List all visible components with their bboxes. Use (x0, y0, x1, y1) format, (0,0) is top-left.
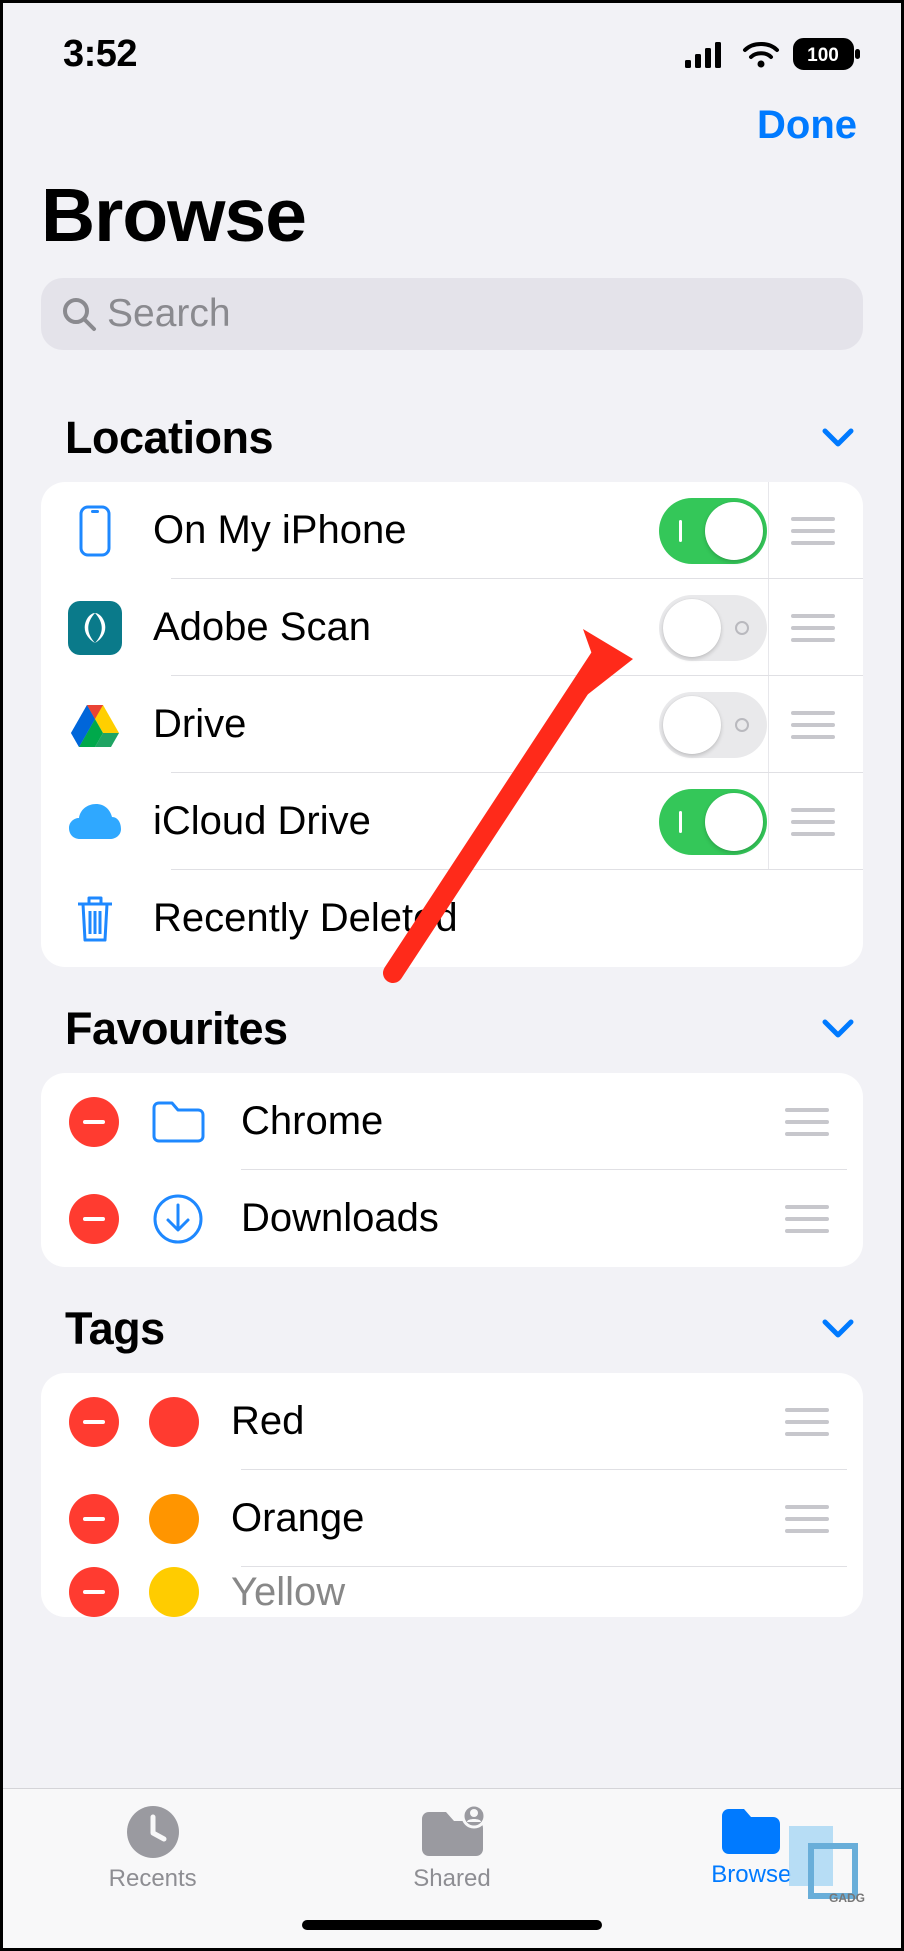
toggle-drive[interactable] (659, 692, 767, 758)
toggle-icloud-drive[interactable] (659, 789, 767, 855)
tag-row-orange: Orange (41, 1470, 863, 1567)
tag-color-dot (149, 1567, 199, 1617)
location-label: iCloud Drive (125, 799, 657, 844)
iphone-icon (65, 505, 125, 557)
status-time: 3:52 (63, 33, 137, 76)
icloud-icon (65, 803, 125, 841)
folder-icon (143, 1100, 213, 1144)
reorder-handle-icon[interactable] (783, 1502, 831, 1536)
delete-button[interactable] (69, 1567, 119, 1617)
tag-row-red: Red (41, 1373, 863, 1470)
toggle-adobe-scan[interactable] (659, 595, 767, 661)
favourite-label: Chrome (213, 1099, 763, 1144)
home-indicator (302, 1920, 602, 1930)
svg-text:100: 100 (807, 45, 839, 66)
favourites-list: Chrome Downloads (41, 1073, 863, 1267)
tag-label: Yellow (199, 1570, 851, 1615)
chevron-down-icon (821, 427, 855, 449)
tab-recents[interactable]: Recents (5, 1803, 301, 1893)
tab-label: Recents (109, 1865, 197, 1893)
delete-button[interactable] (69, 1194, 119, 1244)
chevron-down-icon (821, 1018, 855, 1040)
tag-label: Red (199, 1399, 763, 1444)
locations-list: On My iPhone Adobe Scan (41, 482, 863, 967)
tab-shared[interactable]: Shared (304, 1803, 600, 1893)
delete-button[interactable] (69, 1494, 119, 1544)
done-button[interactable]: Done (757, 103, 857, 148)
page-title: Browse (3, 168, 901, 268)
favourite-row-chrome: Chrome (41, 1073, 863, 1170)
location-label: Recently Deleted (125, 896, 857, 941)
delete-button[interactable] (69, 1397, 119, 1447)
reorder-handle-icon[interactable] (789, 805, 837, 839)
tag-label: Orange (199, 1496, 763, 1541)
location-row-recently-deleted[interactable]: Recently Deleted (41, 870, 863, 967)
section-header-tags[interactable]: Tags (3, 1267, 901, 1373)
section-header-favourites[interactable]: Favourites (3, 967, 901, 1073)
location-row-icloud-drive: iCloud Drive (41, 773, 863, 870)
location-label: Drive (125, 702, 657, 747)
reorder-handle-icon[interactable] (783, 1202, 831, 1236)
google-drive-icon (65, 703, 125, 747)
toggle-on-my-iphone[interactable] (659, 498, 767, 564)
delete-button[interactable] (69, 1097, 119, 1147)
favourite-label: Downloads (213, 1196, 763, 1241)
status-bar: 3:52 100 (3, 3, 901, 93)
nav-bar: Done (3, 93, 901, 168)
location-row-on-my-iphone: On My iPhone (41, 482, 863, 579)
reorder-handle-icon[interactable] (783, 1105, 831, 1139)
search-field[interactable] (41, 278, 863, 350)
tag-row-yellow: Yellow (41, 1567, 863, 1617)
reorder-handle-icon[interactable] (789, 611, 837, 645)
watermark-icon: GADG (779, 1816, 867, 1904)
location-row-adobe-scan: Adobe Scan (41, 579, 863, 676)
reorder-handle-icon[interactable] (783, 1405, 831, 1439)
wifi-icon (741, 40, 781, 68)
reorder-handle-icon[interactable] (789, 514, 837, 548)
section-title: Tags (65, 1303, 165, 1355)
section-title: Favourites (65, 1003, 288, 1055)
reorder-handle-icon[interactable] (789, 708, 837, 742)
tags-list: Red Orange (41, 1373, 863, 1617)
download-icon (143, 1193, 213, 1245)
tab-label: Shared (413, 1865, 490, 1893)
section-title: Locations (65, 412, 273, 464)
location-row-drive: Drive (41, 676, 863, 773)
search-input[interactable] (107, 292, 843, 336)
location-label: On My iPhone (125, 508, 657, 553)
favourite-row-downloads: Downloads (41, 1170, 863, 1267)
tag-color-dot (149, 1397, 199, 1447)
chevron-down-icon (821, 1318, 855, 1340)
battery-icon: 100 (793, 38, 861, 70)
search-icon (61, 296, 97, 332)
adobe-scan-icon (65, 601, 125, 655)
trash-icon (65, 894, 125, 944)
location-label: Adobe Scan (125, 605, 657, 650)
tag-color-dot (149, 1494, 199, 1544)
section-header-locations[interactable]: Locations (3, 376, 901, 482)
cellular-icon (685, 40, 729, 68)
svg-text:GADG: GADG (829, 1891, 865, 1904)
